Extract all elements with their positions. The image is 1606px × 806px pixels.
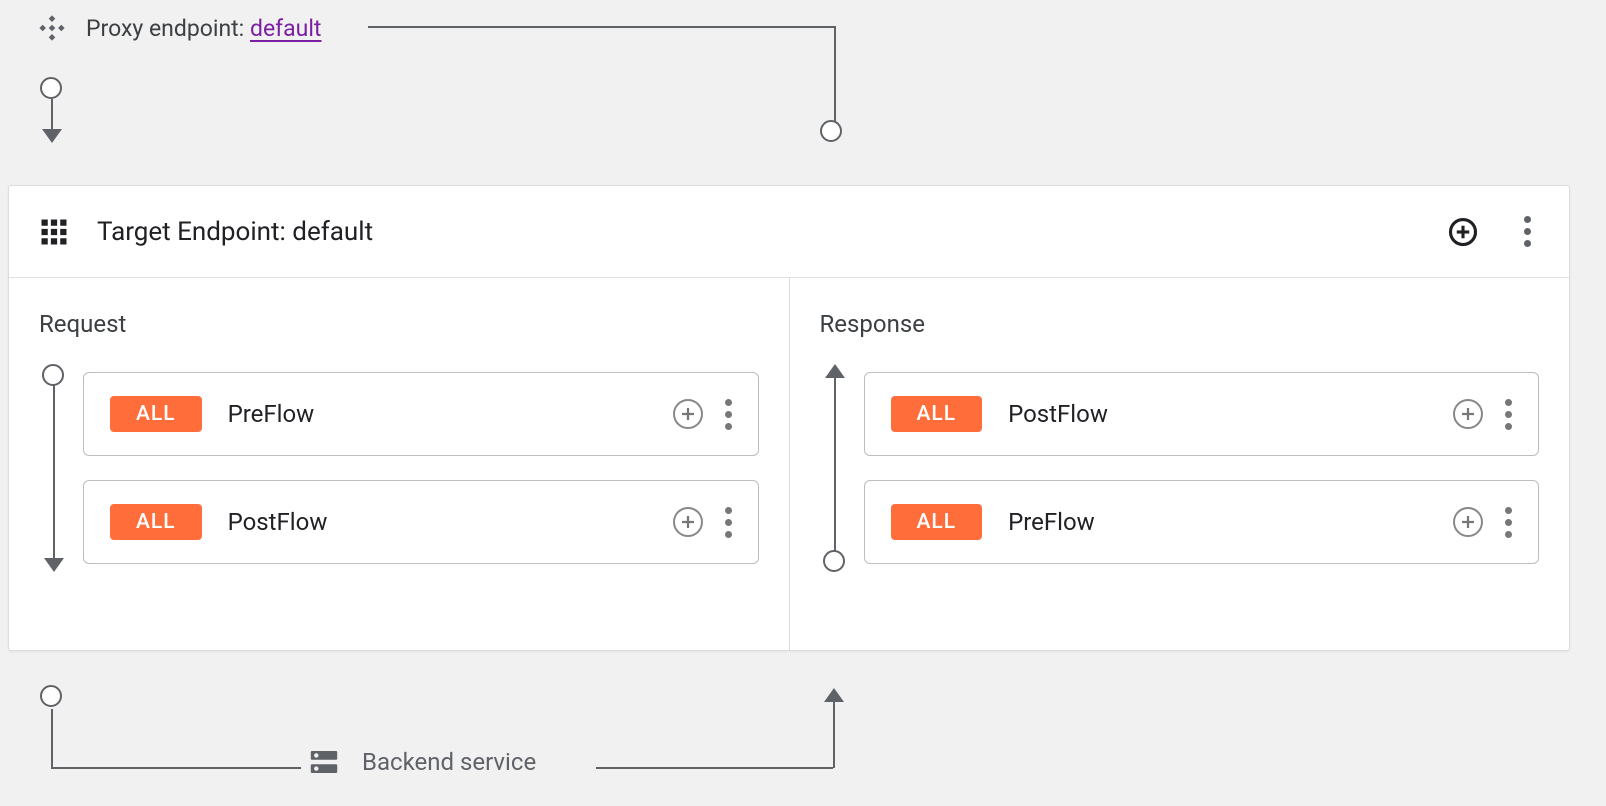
diamond-grid-icon xyxy=(38,14,66,42)
flow-item[interactable]: ALL PreFlow xyxy=(864,480,1540,564)
dns-icon xyxy=(310,751,338,773)
proxy-endpoint-row: Proxy endpoint: default xyxy=(38,14,321,42)
connector-bottom-left-vertical xyxy=(51,709,53,767)
target-endpoint-title: Target Endpoint: default xyxy=(97,217,373,247)
add-policy-button[interactable] xyxy=(673,399,703,429)
flow-badge: ALL xyxy=(110,396,202,432)
apps-grid-icon xyxy=(39,217,69,247)
connector-top-horizontal xyxy=(368,26,834,28)
target-endpoint-card: Target Endpoint: default Request AL xyxy=(8,185,1570,651)
add-policy-button[interactable] xyxy=(1453,507,1483,537)
flow-item[interactable]: ALL PostFlow xyxy=(83,480,759,564)
connector-bottom-right-vertical xyxy=(833,702,835,768)
flow-badge: ALL xyxy=(110,504,202,540)
connector-left-entry-arrow xyxy=(42,129,62,143)
response-flow-track: ALL PostFlow ALL PreFlow xyxy=(820,372,1540,564)
backend-service-text: Backend service xyxy=(362,748,536,776)
flow-menu-button[interactable] xyxy=(725,399,732,430)
response-heading: Response xyxy=(820,310,1540,338)
connector-bottom-left-circle xyxy=(40,685,62,707)
flow-menu-button[interactable] xyxy=(1505,507,1512,538)
add-policy-button[interactable] xyxy=(673,507,703,537)
proxy-endpoint-label: Proxy endpoint: default xyxy=(86,15,321,42)
flow-name: PreFlow xyxy=(228,400,315,428)
request-flow-line xyxy=(53,376,55,560)
request-heading: Request xyxy=(39,310,759,338)
flow-item[interactable]: ALL PreFlow xyxy=(83,372,759,456)
connector-left-entry-line xyxy=(51,99,53,131)
request-flow-track: ALL PreFlow ALL PostFlow xyxy=(39,372,759,564)
connector-bottom-left-horizontal xyxy=(51,767,301,769)
flow-badge: ALL xyxy=(891,396,983,432)
endpoint-menu-button[interactable] xyxy=(1509,214,1545,250)
flow-name: PreFlow xyxy=(1008,508,1095,536)
target-endpoint-actions xyxy=(1445,186,1545,277)
connector-left-entry-circle xyxy=(40,77,62,99)
target-endpoint-body: Request ALL PreFlow xyxy=(9,278,1569,650)
target-endpoint-header: Target Endpoint: default xyxy=(9,186,1569,278)
flow-menu-button[interactable] xyxy=(1505,399,1512,430)
response-flow-arrowhead xyxy=(825,364,845,378)
response-flow-line xyxy=(834,376,836,560)
flow-menu-button[interactable] xyxy=(725,507,732,538)
flow-badge: ALL xyxy=(891,504,983,540)
backend-service-label: Backend service xyxy=(310,748,536,776)
flow-item[interactable]: ALL PostFlow xyxy=(864,372,1540,456)
proxy-endpoint-link[interactable]: default xyxy=(250,15,321,42)
flow-name: PostFlow xyxy=(1008,400,1108,428)
request-column: Request ALL PreFlow xyxy=(9,278,789,650)
add-endpoint-button[interactable] xyxy=(1445,214,1481,250)
flow-name: PostFlow xyxy=(228,508,328,536)
response-flow-end-circle xyxy=(823,550,845,572)
connector-bottom-right-arrowhead xyxy=(824,688,844,702)
connector-top-end-circle xyxy=(820,120,842,142)
connector-bottom-right-horizontal xyxy=(596,767,833,769)
request-flow-start-circle xyxy=(42,364,64,386)
response-column: Response ALL PostFlow xyxy=(790,278,1570,650)
add-policy-button[interactable] xyxy=(1453,399,1483,429)
request-flow-arrowhead xyxy=(44,558,64,572)
